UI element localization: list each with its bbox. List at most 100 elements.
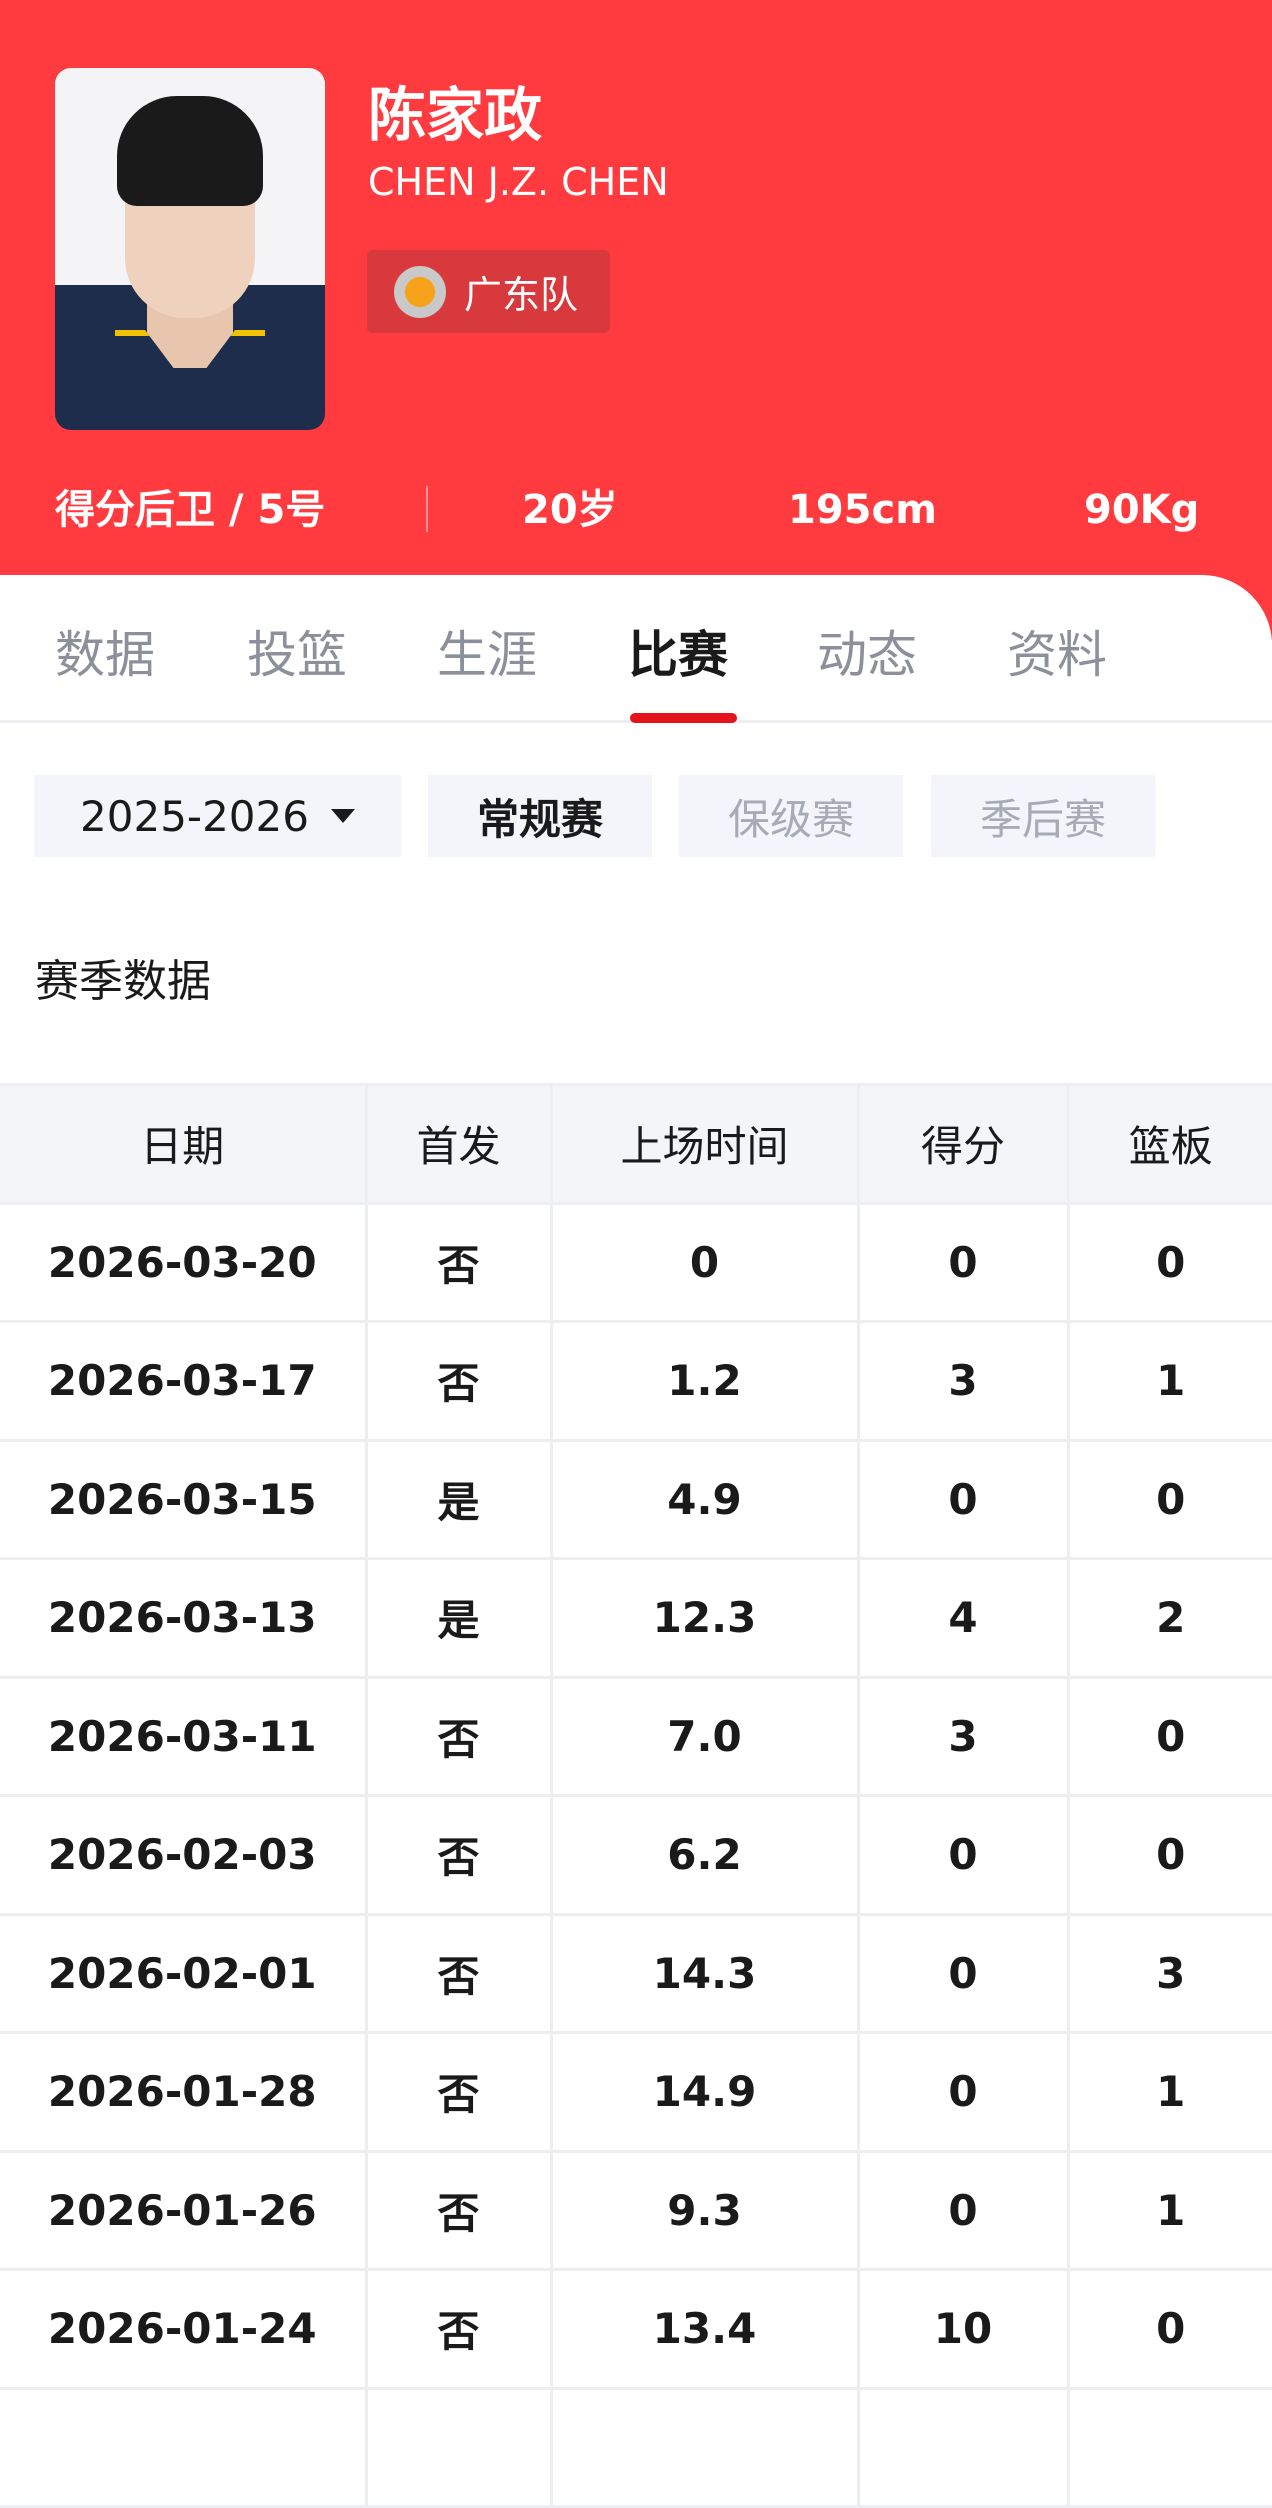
player-photo [55,68,325,430]
cell-date [0,2386,368,2508]
filter-playoffs[interactable]: 季后赛 [931,775,1155,857]
season-value: 2025-2026 [80,791,309,841]
cell-starter: 否 [364,1201,553,1323]
cell-starter: 否 [364,1912,553,2034]
cell-points: 0 [856,1912,1070,2034]
cell-starter: 否 [364,2268,553,2390]
player-weight: 90Kg [1084,487,1200,533]
cell-points: 3 [856,1675,1070,1797]
cell-date: 2026-01-24 [0,2268,368,2390]
tab-career[interactable]: 生涯 [437,615,537,687]
cell-minutes: 14.9 [549,2031,860,2153]
cell-starter [364,2386,553,2508]
cell-points: 0 [856,2031,1070,2153]
header-minutes: 上场时间 [549,1083,860,1205]
cell-minutes: 13.4 [549,2268,860,2390]
cell-rebounds: 1 [1066,2031,1272,2153]
cell-minutes: 7.0 [549,1675,860,1797]
player-english-name: CHEN J.Z. CHEN [368,160,669,204]
cell-starter: 否 [364,1794,553,1916]
tab-shooting[interactable]: 投篮 [247,615,347,687]
table-header-row: 日期 首发 上场时间 得分 篮板 [0,1083,1272,1205]
tab-data[interactable]: 数据 [55,615,155,687]
cell-date: 2026-03-20 [0,1201,368,1323]
cell-date: 2026-01-28 [0,2031,368,2153]
cell-points: 0 [856,1201,1070,1323]
cell-rebounds: 0 [1066,1794,1272,1916]
cell-rebounds: 3 [1066,1912,1272,2034]
cell-rebounds: 0 [1066,2268,1272,2390]
cell-rebounds: 0 [1066,1438,1272,1560]
table-row[interactable]: 2026-03-20 否 0 0 0 [0,1201,1272,1323]
table-row[interactable]: 2026-01-26 否 9.3 0 1 [0,2149,1272,2271]
table-row[interactable]: 2026-01-24 否 13.4 10 0 [0,2268,1272,2390]
cell-minutes: 4.9 [549,1438,860,1560]
cell-rebounds: 2 [1066,1557,1272,1679]
tab-bar: 数据 投篮 生涯 比赛 动态 资料 [0,575,1272,723]
cell-minutes: 1.2 [549,1320,860,1442]
cell-points: 4 [856,1557,1070,1679]
header-points: 得分 [856,1083,1070,1205]
cell-minutes: 14.3 [549,1912,860,2034]
table-row[interactable]: 2026-01-28 否 14.9 0 1 [0,2031,1272,2153]
table-row[interactable]: 2026-03-13 是 12.3 4 2 [0,1557,1272,1679]
header-date: 日期 [0,1083,368,1205]
cell-date: 2026-03-15 [0,1438,368,1560]
tab-games[interactable]: 比赛 [628,615,728,687]
cell-minutes: 6.2 [549,1794,860,1916]
cell-minutes: 12.3 [549,1557,860,1679]
player-position: 得分后卫 / 5号 [55,487,326,533]
team-name: 广东队 [464,273,579,317]
team-badge[interactable]: 广东队 [367,250,610,333]
table-row[interactable]: 2026-02-01 否 14.3 0 3 [0,1912,1272,2034]
table-row[interactable] [0,2386,1272,2508]
tab-profile[interactable]: 资料 [1007,615,1107,687]
header-starter: 首发 [364,1083,553,1205]
cell-date: 2026-03-17 [0,1320,368,1442]
cell-points: 10 [856,2268,1070,2390]
cell-starter: 否 [364,2149,553,2271]
player-age: 20岁 [522,487,618,533]
game-log-table: 日期 首发 上场时间 得分 篮板 2026-03-20 否 0 0 0 2026-03-1… [0,1083,1272,2508]
team-logo-icon [394,265,446,318]
active-tab-indicator [630,713,737,723]
cell-rebounds: 0 [1066,1201,1272,1323]
cell-rebounds: 1 [1066,1320,1272,1442]
table-row[interactable]: 2026-03-15 是 4.9 0 0 [0,1438,1272,1560]
filter-regular-season[interactable]: 常规赛 [428,775,652,857]
player-header: 陈家政 CHEN J.Z. CHEN 广东队 得分后卫 / 5号 20岁 195… [0,0,1272,640]
player-name: 陈家政 [368,81,543,149]
cell-rebounds [1066,2386,1272,2508]
player-height: 195cm [788,487,937,533]
cell-date: 2026-02-03 [0,1794,368,1916]
cell-date: 2026-02-01 [0,1912,368,2034]
content-panel: 数据 投篮 生涯 比赛 动态 资料 2025-2026 常规赛 保级赛 季后赛 … [0,575,1272,2508]
cell-points: 0 [856,1438,1070,1560]
stats-divider [426,486,428,532]
cell-minutes [549,2386,860,2508]
cell-points: 3 [856,1320,1070,1442]
caret-down-icon [330,809,355,823]
section-title: 赛季数据 [35,956,211,1007]
cell-minutes: 9.3 [549,2149,860,2271]
season-select[interactable]: 2025-2026 [34,775,401,857]
table-row[interactable]: 2026-03-11 否 7.0 3 0 [0,1675,1272,1797]
cell-date: 2026-03-13 [0,1557,368,1679]
cell-rebounds: 1 [1066,2149,1272,2271]
cell-starter: 否 [364,1320,553,1442]
table-row[interactable]: 2026-03-17 否 1.2 3 1 [0,1320,1272,1442]
table-row[interactable]: 2026-02-03 否 6.2 0 0 [0,1794,1272,1916]
cell-minutes: 0 [549,1201,860,1323]
cell-date: 2026-03-11 [0,1675,368,1797]
tab-news[interactable]: 动态 [817,615,917,687]
cell-starter: 是 [364,1438,553,1560]
cell-starter: 是 [364,1557,553,1679]
header-rebounds: 篮板 [1066,1083,1272,1205]
cell-points [856,2386,1070,2508]
cell-points: 0 [856,2149,1070,2271]
cell-starter: 否 [364,1675,553,1797]
cell-rebounds: 0 [1066,1675,1272,1797]
cell-points: 0 [856,1794,1070,1916]
cell-starter: 否 [364,2031,553,2153]
filter-relegation[interactable]: 保级赛 [679,775,903,857]
